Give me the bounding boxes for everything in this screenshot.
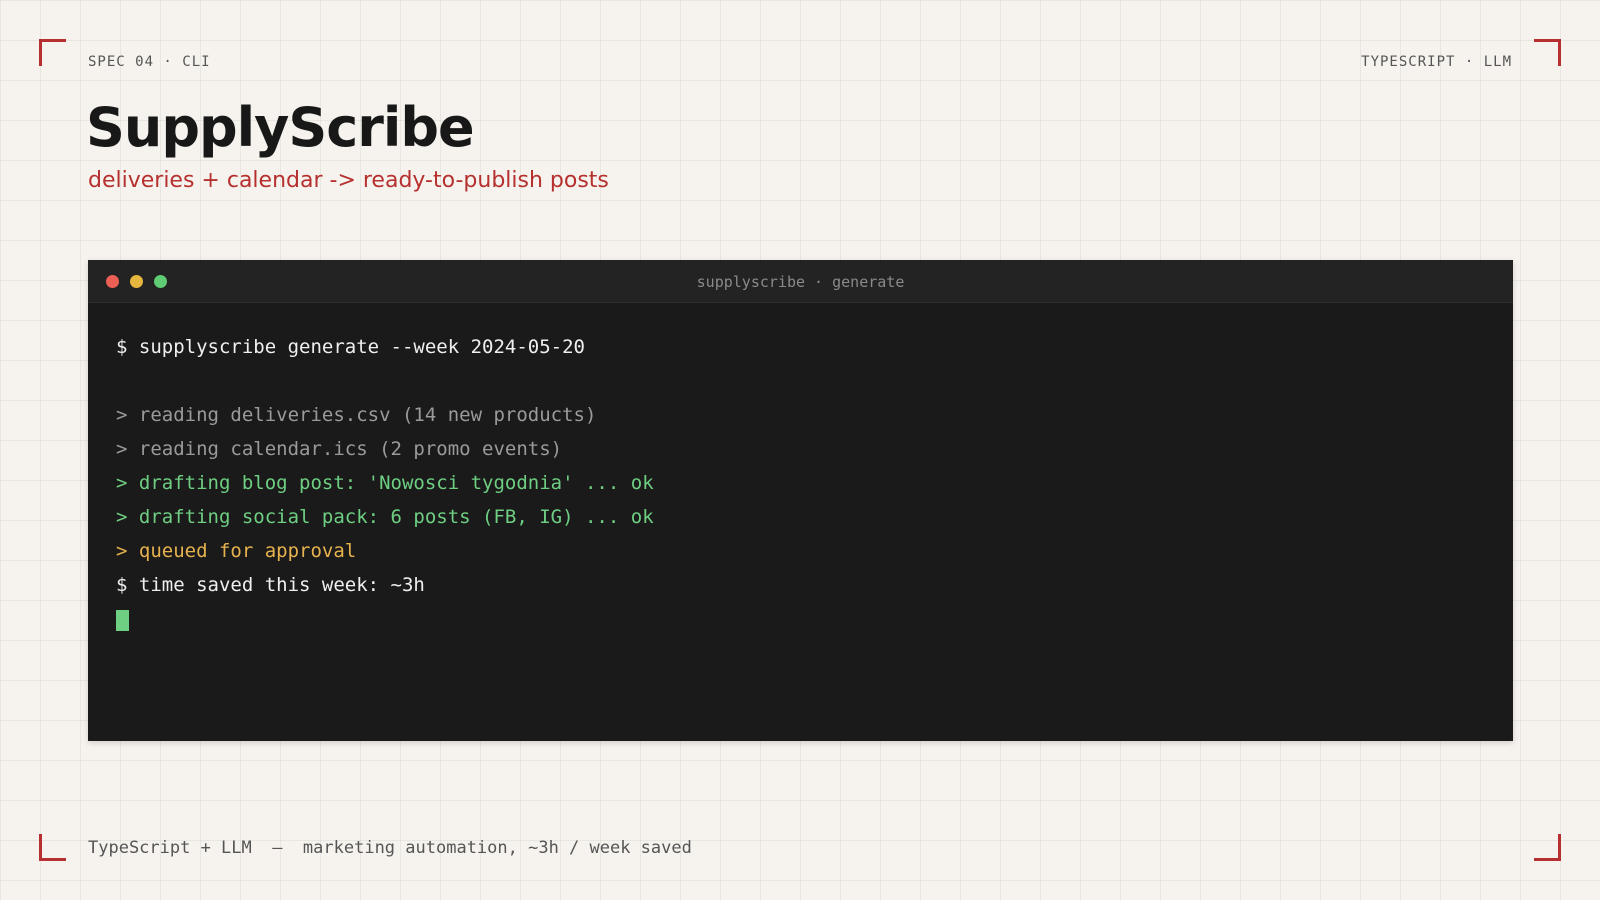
terminal-window: supplyscribe · generate $ supplyscribe g… [88, 260, 1513, 741]
cursor-line [116, 602, 1485, 636]
corner-mark-bottom-right [1534, 834, 1561, 861]
page-subtitle: deliveries + calendar -> ready-to-publis… [88, 168, 609, 193]
page-title: SupplyScribe [86, 96, 475, 159]
terminal-output: $ supplyscribe generate --week 2024-05-2… [88, 303, 1513, 636]
tech-label: TYPESCRIPT · LLM [1361, 54, 1512, 70]
terminal-line: > reading deliveries.csv (14 new product… [116, 404, 597, 426]
terminal-line: $ time saved this week: ~3h [116, 574, 425, 596]
terminal-line: > reading calendar.ics (2 promo events) [116, 438, 563, 460]
terminal-line: > drafting blog post: 'Nowosci tygodnia'… [116, 472, 654, 494]
terminal-line: > drafting social pack: 6 posts (FB, IG)… [116, 506, 654, 528]
terminal-line: > queued for approval [116, 540, 357, 562]
footer-caption: TypeScript + LLM — marketing automation,… [88, 838, 692, 858]
terminal-cursor [116, 610, 129, 631]
spec-label: SPEC 04 · CLI [88, 54, 211, 70]
terminal-title: supplyscribe · generate [696, 273, 905, 291]
corner-mark-top-left [39, 39, 66, 66]
terminal-line: $ supplyscribe generate --week 2024-05-2… [116, 336, 585, 358]
corner-mark-bottom-left [39, 834, 66, 861]
corner-mark-top-right [1534, 39, 1561, 66]
terminal-title-bar: supplyscribe · generate [88, 260, 1513, 303]
